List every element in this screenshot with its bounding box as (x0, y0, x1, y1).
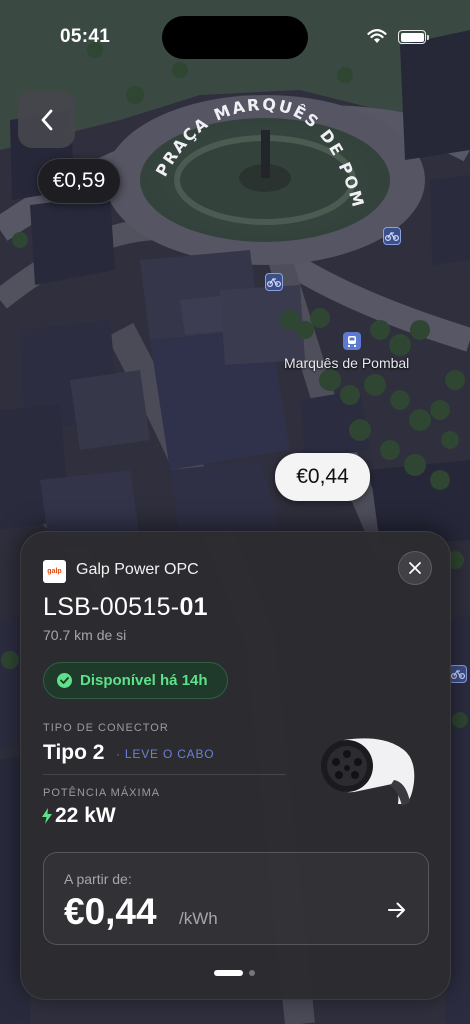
price-from-label: A partir de: (64, 871, 132, 887)
bike-station-icon[interactable] (265, 273, 283, 291)
power-label: POTÊNCIA MÁXIMA (43, 787, 161, 799)
battery-tip (427, 35, 429, 40)
station-id: LSB-00515-01 (43, 593, 208, 622)
page-dot[interactable] (249, 970, 255, 976)
availability-badge: Disponível há 14h (43, 662, 228, 699)
page-dot-active[interactable] (214, 970, 243, 976)
station-id-suffix: 01 (179, 593, 208, 621)
operator-name: Galp Power OPC (76, 561, 199, 578)
power-value: 22 kW (55, 804, 116, 827)
type2-plug-image (321, 738, 415, 806)
station-card[interactable]: galp Galp Power OPC LSB-00515-01 70.7 km… (20, 531, 451, 1000)
back-button[interactable] (18, 91, 75, 148)
status-time: 05:41 (60, 26, 111, 47)
station-distance: 70.7 km de si (43, 627, 127, 643)
price-pin[interactable]: €0,59 (37, 158, 121, 204)
battery-icon (398, 30, 426, 44)
station-id-prefix: LSB-00515- (43, 593, 180, 621)
close-button[interactable] (398, 551, 432, 585)
bike-station-icon[interactable] (383, 227, 401, 245)
price-summary-button[interactable]: A partir de: €0,44 /kWh (43, 852, 429, 945)
chevron-left-icon (41, 109, 52, 130)
close-icon (409, 562, 421, 574)
arrow-right-icon (388, 902, 405, 918)
connector-note: · LEVE O CABO (116, 747, 215, 761)
availability-text: Disponível há 14h (80, 672, 208, 689)
power-value-row: 22 kW (41, 804, 116, 828)
bike-station-icon[interactable] (449, 665, 467, 683)
check-icon (57, 673, 72, 688)
divider (43, 774, 286, 775)
page-indicator[interactable] (214, 970, 255, 976)
connector-label: TIPO DE CONECTOR (43, 722, 169, 734)
dynamic-island (162, 16, 308, 59)
lightning-icon (42, 808, 52, 824)
connector-type: Tipo 2 (43, 741, 105, 764)
operator-logo: galp (43, 560, 66, 583)
status-bar: 05:41 (0, 0, 470, 70)
screen: PRAÇA MARQUÊS DE POMBAL Marquês de Pomba… (0, 0, 470, 1024)
wifi-icon (367, 29, 387, 43)
price-unit: /kWh (179, 909, 218, 928)
price-pin-selected[interactable]: €0,44 (275, 453, 370, 501)
price-value: €0,44 (64, 891, 157, 932)
place-label-marques-de-pombal[interactable]: Marquês de Pombal (284, 355, 409, 371)
metro-station-icon[interactable] (343, 332, 361, 350)
